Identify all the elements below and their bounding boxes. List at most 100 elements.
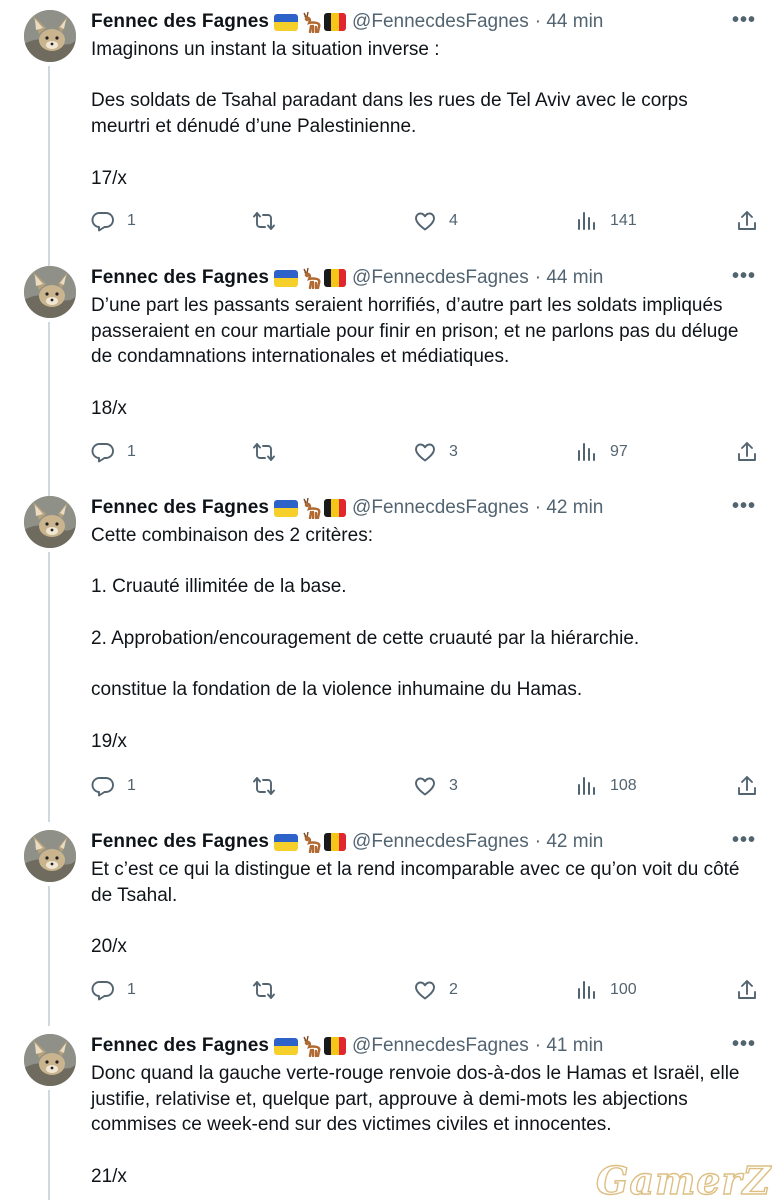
tweet-header: Fennec des Fagnes @FennecdesFagnes · 41 … (91, 1033, 762, 1059)
retweet-icon (253, 443, 275, 461)
belgium-flag-icon (324, 833, 347, 851)
display-name[interactable]: Fennec des Fagnes (91, 267, 269, 289)
views-icon (578, 981, 595, 999)
name-emojis (274, 1035, 347, 1057)
tweet-text: Et c’est ce qui la distingue et la rend … (91, 859, 740, 958)
views-icon (578, 777, 595, 795)
avatar[interactable] (24, 1034, 76, 1086)
ukraine-flag-icon (274, 269, 299, 287)
timestamp[interactable]: · 41 min (535, 1035, 604, 1057)
views-button[interactable]: 108 (576, 772, 637, 800)
watermark-logo: GamerZ (595, 1157, 772, 1200)
handle[interactable]: @FennecdesFagnes (352, 831, 529, 853)
like-button[interactable]: 4 (413, 207, 458, 235)
views-icon (578, 212, 595, 230)
name-emojis (274, 831, 347, 853)
tweet[interactable]: Fennec des Fagnes @FennecdesFagnes · 44 … (0, 256, 782, 486)
belgium-flag-icon (324, 1037, 347, 1055)
more-icon[interactable]: ••• (732, 495, 756, 517)
name-emojis (274, 497, 347, 519)
timestamp[interactable]: · 44 min (535, 267, 604, 289)
more-icon[interactable]: ••• (732, 829, 756, 851)
deer-icon (300, 831, 322, 853)
share-icon (738, 442, 756, 461)
reply-button[interactable]: 1 (91, 976, 136, 1004)
handle[interactable]: @FennecdesFagnes (352, 497, 529, 519)
views-count: 97 (610, 443, 628, 460)
deer-icon (300, 267, 322, 289)
like-count: 4 (449, 212, 458, 229)
views-button[interactable]: 97 (576, 438, 628, 466)
ukraine-flag-icon (274, 833, 299, 851)
reply-icon (91, 981, 114, 1001)
tweet-header: Fennec des Fagnes @FennecdesFagnes · 44 … (91, 265, 762, 291)
share-icon (738, 776, 756, 795)
tweet-text: D’une part les passants seraient horrifi… (91, 295, 739, 419)
reply-icon (91, 443, 114, 463)
like-button[interactable]: 3 (413, 438, 458, 466)
tweet-header: Fennec des Fagnes @FennecdesFagnes · 42 … (91, 829, 762, 855)
reply-count: 1 (127, 443, 136, 460)
reply-button[interactable]: 1 (91, 772, 136, 800)
tweet-text: Cette combinaison des 2 critères: 1. Cru… (91, 525, 640, 752)
like-button[interactable]: 3 (413, 772, 458, 800)
views-count: 100 (610, 981, 637, 998)
reply-count: 1 (127, 777, 136, 794)
retweet-button[interactable] (252, 207, 288, 235)
timestamp[interactable]: · 44 min (535, 11, 604, 33)
display-name[interactable]: Fennec des Fagnes (91, 831, 269, 853)
tweet[interactable]: Fennec des Fagnes @FennecdesFagnes · 42 … (0, 820, 782, 1024)
more-icon[interactable]: ••• (732, 9, 756, 31)
deer-icon (300, 497, 322, 519)
reply-count: 1 (127, 981, 136, 998)
handle[interactable]: @FennecdesFagnes (352, 11, 529, 33)
more-icon[interactable]: ••• (732, 1033, 756, 1055)
reply-button[interactable]: 1 (91, 207, 136, 235)
belgium-flag-icon (324, 499, 347, 517)
belgium-flag-icon (324, 269, 347, 287)
display-name[interactable]: Fennec des Fagnes (91, 497, 269, 519)
reply-count: 1 (127, 212, 136, 229)
timestamp[interactable]: · 42 min (535, 497, 604, 519)
display-name[interactable]: Fennec des Fagnes (91, 11, 269, 33)
ukraine-flag-icon (274, 1037, 299, 1055)
avatar[interactable] (24, 496, 76, 548)
reply-icon (91, 777, 114, 797)
retweet-icon (253, 777, 275, 795)
tweet[interactable]: Fennec des Fagnes @FennecdesFagnes · 42 … (0, 486, 782, 820)
display-name[interactable]: Fennec des Fagnes (91, 1035, 269, 1057)
more-icon[interactable]: ••• (732, 265, 756, 287)
belgium-flag-icon (324, 13, 347, 31)
views-button[interactable]: 100 (576, 976, 637, 1004)
heart-icon (415, 981, 435, 1000)
retweet-button[interactable] (252, 438, 288, 466)
ukraine-flag-icon (274, 13, 299, 31)
ukraine-flag-icon (274, 499, 299, 517)
avatar[interactable] (24, 266, 76, 318)
handle[interactable]: @FennecdesFagnes (352, 1035, 529, 1057)
share-button[interactable] (735, 976, 759, 1004)
views-button[interactable]: 141 (576, 207, 637, 235)
heart-icon (415, 212, 435, 231)
like-button[interactable]: 2 (413, 976, 458, 1004)
retweet-button[interactable] (252, 976, 288, 1004)
tweet-text: Imaginons un instant la situation invers… (91, 39, 688, 189)
timestamp[interactable]: · 42 min (535, 831, 604, 853)
like-count: 3 (449, 443, 458, 460)
tweet-actions: 1 2 100 (91, 976, 771, 1004)
tweet-header: Fennec des Fagnes @FennecdesFagnes · 44 … (91, 9, 762, 35)
retweet-button[interactable] (252, 772, 288, 800)
avatar[interactable] (24, 830, 76, 882)
reply-button[interactable]: 1 (91, 438, 136, 466)
handle[interactable]: @FennecdesFagnes (352, 267, 529, 289)
like-count: 2 (449, 981, 458, 998)
tweet[interactable]: Fennec des Fagnes @FennecdesFagnes · 44 … (0, 0, 782, 256)
name-emojis (274, 11, 347, 33)
name-emojis (274, 267, 347, 289)
avatar[interactable] (24, 10, 76, 62)
tweet-actions: 1 4 141 (91, 207, 771, 235)
share-icon (738, 211, 756, 230)
share-button[interactable] (735, 772, 759, 800)
share-button[interactable] (735, 438, 759, 466)
share-button[interactable] (735, 207, 759, 235)
